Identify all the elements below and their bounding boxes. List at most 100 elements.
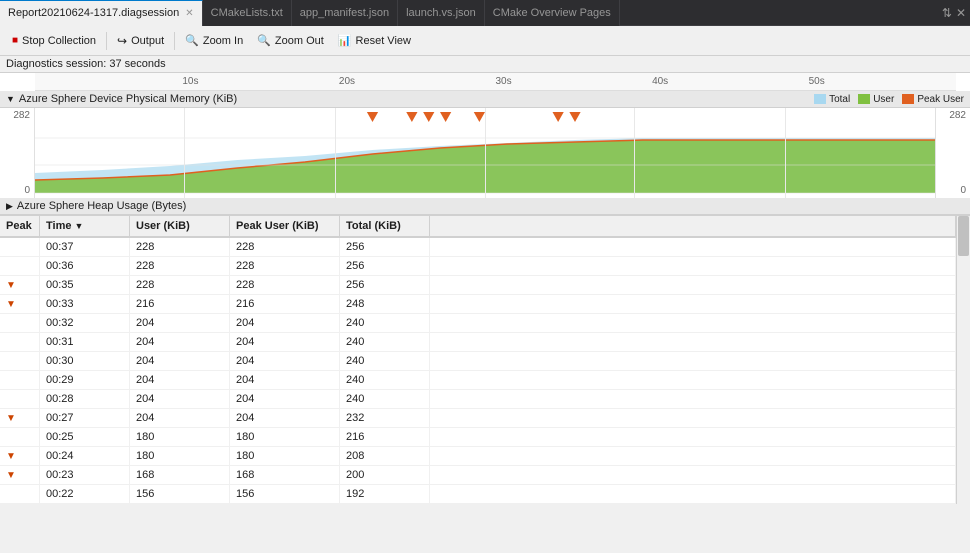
td-user-8: 204 [130, 390, 230, 408]
heap-section: ▶ Azure Sphere Heap Usage (Bytes) [0, 198, 970, 215]
th-empty [430, 216, 956, 236]
td-total-7: 240 [340, 371, 430, 389]
td-peakuser-7: 204 [230, 371, 340, 389]
td-peak-0 [0, 238, 40, 256]
td-peak-11: ▼ [0, 447, 40, 465]
peak-marker-5 [474, 112, 485, 122]
tab-close-all-icon[interactable]: ✕ [956, 6, 966, 20]
td-peakuser-10: 180 [230, 428, 340, 446]
td-peak-5 [0, 333, 40, 351]
separator-2 [174, 32, 175, 50]
table-row: ▼ 00:24 180 180 208 [0, 447, 956, 466]
y-axis-right: 282 0 [935, 108, 970, 198]
legend-total-color [814, 94, 826, 104]
td-total-9: 232 [340, 409, 430, 427]
zoom-in-icon: 🔍 [185, 34, 199, 47]
tab-cmakeoverview[interactable]: CMake Overview Pages [485, 0, 620, 26]
stop-collection-button[interactable]: ■ Stop Collection [6, 33, 102, 49]
peak-marker-4 [440, 112, 451, 122]
memory-chart-header[interactable]: ▼ Azure Sphere Device Physical Memory (K… [0, 91, 970, 108]
legend-user-label: User [873, 94, 894, 105]
legend-user: User [858, 94, 894, 105]
y-max-right: 282 [949, 110, 966, 121]
zoom-out-icon: 🔍 [257, 34, 271, 47]
td-user-13: 156 [130, 485, 230, 503]
right-scrollbar[interactable] [956, 216, 970, 504]
sort-desc-icon: ▼ [74, 221, 83, 231]
zoom-out-button[interactable]: 🔍 Zoom Out [251, 32, 330, 49]
ruler-20s: 20s [339, 76, 355, 87]
peak-marker-2 [406, 112, 417, 122]
td-empty-0 [430, 238, 956, 256]
td-total-2: 256 [340, 276, 430, 294]
peak-marker-icon: ▼ [6, 470, 16, 481]
separator-1 [106, 32, 107, 50]
collapse-icon: ▼ [6, 94, 15, 104]
peak-marker-icon: ▼ [6, 451, 16, 462]
th-peakuser[interactable]: Peak User (KiB) [230, 216, 340, 236]
td-empty-6 [430, 352, 956, 370]
table-container: Peak Time ▼ User (KiB) Peak User (KiB) T… [0, 216, 956, 504]
th-user-label: User (KiB) [136, 220, 190, 232]
table-row: 00:36 228 228 256 [0, 257, 956, 276]
y-min-label: 0 [24, 185, 30, 196]
td-peak-12: ▼ [0, 466, 40, 484]
tab-overflow-icon[interactable]: ⇅ [942, 6, 952, 20]
th-peak[interactable]: Peak [0, 216, 40, 236]
td-time-10: 00:25 [40, 428, 130, 446]
td-peak-3: ▼ [0, 295, 40, 313]
td-empty-5 [430, 333, 956, 351]
td-user-10: 180 [130, 428, 230, 446]
th-time[interactable]: Time ▼ [40, 216, 130, 236]
table-row: 00:28 204 204 240 [0, 390, 956, 409]
tab-diag[interactable]: Report20210624-1317.diagsession ✕ [0, 0, 203, 26]
ruler-30s: 30s [496, 76, 512, 87]
td-peak-9: ▼ [0, 409, 40, 427]
tab-launch[interactable]: launch.vs.json [398, 0, 485, 26]
th-total-label: Total (KiB) [346, 220, 401, 232]
toolbar: ■ Stop Collection ↪ Output 🔍 Zoom In 🔍 Z… [0, 26, 970, 56]
legend-peakuser-color [902, 94, 914, 104]
chart-title: Azure Sphere Device Physical Memory (KiB… [19, 93, 237, 105]
table-row: 00:31 204 204 240 [0, 333, 956, 352]
td-user-6: 204 [130, 352, 230, 370]
heap-header[interactable]: ▶ Azure Sphere Heap Usage (Bytes) [0, 198, 970, 214]
td-user-1: 228 [130, 257, 230, 275]
th-peak-label: Peak [6, 220, 32, 232]
th-user[interactable]: User (KiB) [130, 216, 230, 236]
td-time-0: 00:37 [40, 238, 130, 256]
th-total[interactable]: Total (KiB) [340, 216, 430, 236]
peak-marker-1 [367, 112, 378, 122]
tab-launch-label: launch.vs.json [406, 7, 476, 19]
td-peak-1 [0, 257, 40, 275]
td-peak-8 [0, 390, 40, 408]
heap-expand-icon: ▶ [6, 201, 13, 212]
td-peakuser-13: 156 [230, 485, 340, 503]
zoom-in-button[interactable]: 🔍 Zoom In [179, 32, 249, 49]
td-user-9: 204 [130, 409, 230, 427]
td-empty-9 [430, 409, 956, 427]
tab-cmake-label: CMakeLists.txt [211, 7, 283, 19]
tab-cmake[interactable]: CMakeLists.txt [203, 0, 292, 26]
status-text: Diagnostics session: 37 seconds [6, 58, 166, 70]
legend-peakuser: Peak User [902, 94, 964, 105]
tab-manifest[interactable]: app_manifest.json [292, 0, 398, 26]
td-user-5: 204 [130, 333, 230, 351]
ruler-10s: 10s [182, 76, 198, 87]
ruler-50s: 50s [809, 76, 825, 87]
td-empty-13 [430, 485, 956, 503]
stop-collection-label: Stop Collection [22, 35, 96, 47]
table-row: 00:22 156 156 192 [0, 485, 956, 504]
grid-line-1 [184, 108, 185, 198]
table-row: 00:32 204 204 240 [0, 314, 956, 333]
td-empty-11 [430, 447, 956, 465]
tab-diag-close[interactable]: ✕ [185, 8, 193, 19]
output-button[interactable]: ↪ Output [111, 32, 170, 50]
reset-view-button[interactable]: 📊 Reset View [332, 32, 417, 49]
scrollbar-thumb[interactable] [958, 216, 969, 256]
tab-manifest-label: app_manifest.json [300, 7, 389, 19]
peak-marker-7 [569, 112, 580, 122]
td-time-1: 00:36 [40, 257, 130, 275]
memory-chart-section: ▼ Azure Sphere Device Physical Memory (K… [0, 91, 970, 198]
td-peakuser-5: 204 [230, 333, 340, 351]
